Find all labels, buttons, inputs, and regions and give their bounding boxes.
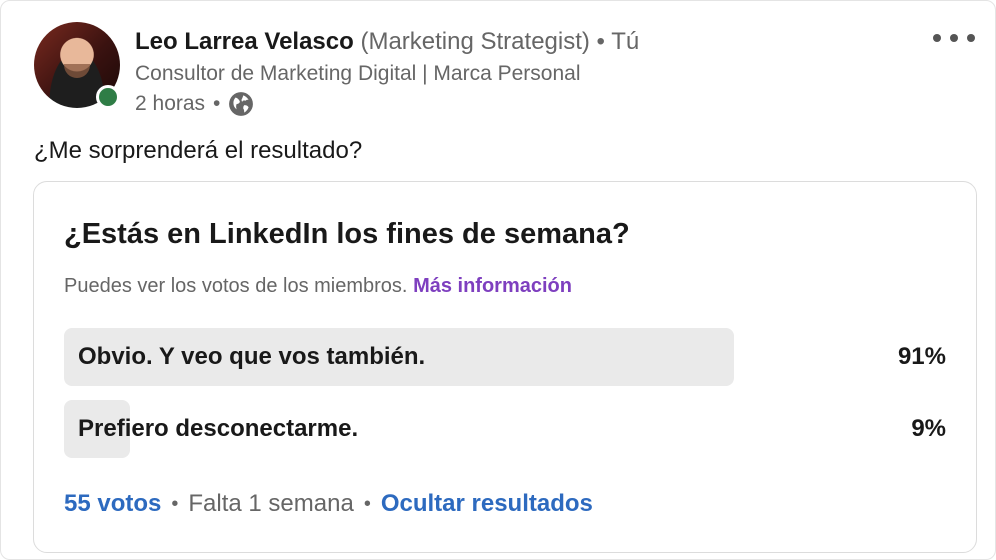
poll-question: ¿Estás en LinkedIn los fines de semana? [64,218,630,250]
votes-link[interactable]: 55 votos [64,490,161,518]
separator-dot: • [596,28,605,55]
poll-option-label: Obvio. Y veo que vos también. [78,343,426,370]
author-line: Leo Larrea Velasco (Marketing Strategist… [135,28,639,56]
author-role: (Marketing Strategist) [360,28,590,55]
poll-option-percent: 9% [911,415,946,442]
hide-results-button[interactable]: Ocultar resultados [381,490,593,518]
post-meta: 2 horas • [135,91,254,117]
more-info-link[interactable]: Más información [413,275,572,297]
post-time: 2 horas [135,92,206,115]
poll-note-text: Puedes ver los votos de los miembros. [64,275,408,297]
relation-label: Tú [611,28,640,55]
poll-option-label: Prefiero desconectarme. [78,415,359,442]
avatar-detail [64,64,90,78]
author-headline: Consultor de Marketing Digital | Marca P… [135,62,581,85]
poll-footer: 55 votos • Falta 1 semana • Ocultar resu… [64,490,593,518]
separator-dot: • [363,492,371,515]
poll-option: Prefiero desconectarme. 9% [64,400,946,458]
post-text: ¿Me sorprenderá el resultado? [34,137,363,164]
more-options-icon[interactable] [933,27,975,49]
poll-option-percent: 91% [897,343,946,370]
post-card: Leo Larrea Velasco (Marketing Strategist… [0,0,996,560]
poll-option: Obvio. Y veo que vos también. 91% [64,328,946,386]
globe-icon [229,92,254,116]
time-remaining: Falta 1 semana [188,490,354,517]
author-name[interactable]: Leo Larrea Velasco [135,28,354,55]
separator-dot: • [171,492,179,515]
poll-note: Puedes ver los votos de los miembros. Má… [64,275,572,298]
separator-dot: • [213,92,221,115]
poll-card: ¿Estás en LinkedIn los fines de semana? … [33,181,977,553]
online-status-icon [96,85,120,109]
